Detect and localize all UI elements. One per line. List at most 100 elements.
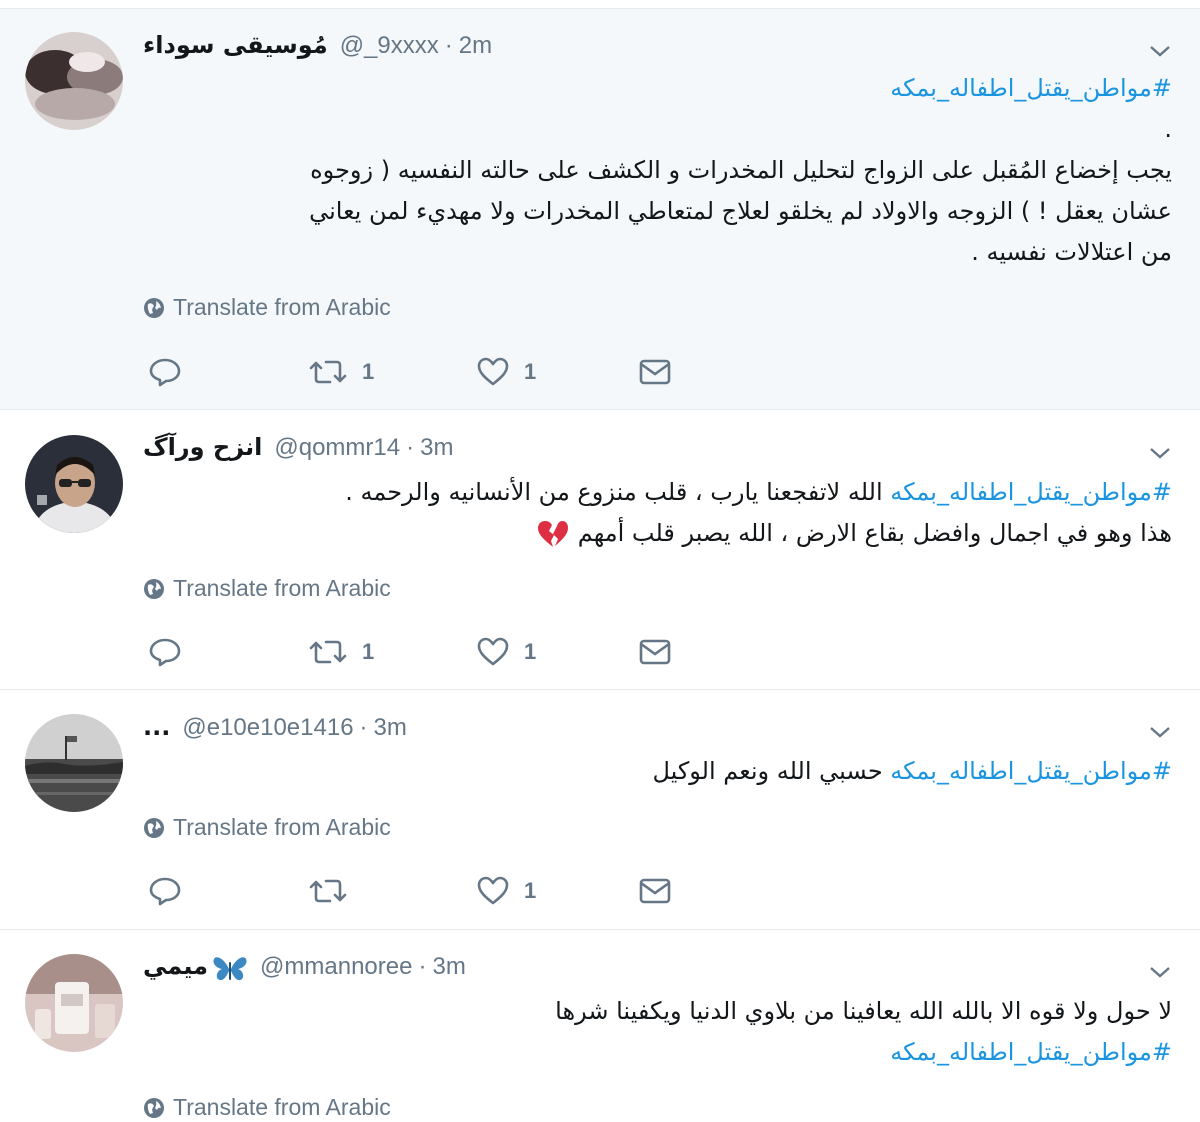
avatar-image	[25, 32, 123, 130]
tweet-text: لا حول ولا قوه الا بالله الله يعافينا من…	[142, 991, 1172, 1073]
tweet-line: عشان يعقل ! ) الزوجه والاولاد لم يخلقو ل…	[142, 191, 1172, 232]
reply-button[interactable]	[148, 355, 182, 389]
envelope-icon	[639, 359, 671, 385]
hashtag-link[interactable]: #مواطن_يقتل_اطفاله_بمكه	[890, 478, 1172, 506]
tweet-line: يجب إخضاع المُقبل على الزواج لتحليل المخ…	[142, 150, 1172, 191]
tweet[interactable]: مُوسيقى سوداء @_9xxxx · 2m #مواطن_يقتل_ا…	[0, 9, 1200, 410]
like-count: 1	[524, 359, 537, 384]
translate-link[interactable]: Translate from Arabic	[143, 294, 391, 321]
reply-button[interactable]	[148, 635, 182, 669]
timestamp[interactable]: 2m	[459, 32, 492, 60]
display-name[interactable]: مُوسيقى سوداء	[143, 31, 328, 59]
tweet-line-text: عشان يعقل ! ) الزوجه والاولاد لم يخلقو ل…	[309, 197, 1172, 225]
tweet-line-text: حسبي الله ونعم الوكيل	[652, 757, 891, 785]
avatar[interactable]	[25, 32, 123, 130]
retweet-button[interactable]	[308, 874, 362, 908]
chevron-down-icon[interactable]	[1148, 441, 1172, 465]
tweet-line-text: الله لاتفجعنا يارب ، قلب منزوع من الأنسا…	[345, 478, 891, 506]
tweet-actions: 1	[148, 874, 688, 910]
chevron-down-icon[interactable]	[1148, 39, 1172, 63]
avatar-image	[25, 435, 123, 533]
translate-label[interactable]: Translate from Arabic	[173, 814, 391, 841]
timestamp[interactable]: 3m	[432, 953, 465, 981]
translate-label[interactable]: Translate from Arabic	[173, 294, 391, 321]
tweet-line: #مواطن_يقتل_اطفاله_بمكه	[142, 1032, 1172, 1073]
timeline: مُوسيقى سوداء @_9xxxx · 2m #مواطن_يقتل_ا…	[0, 0, 1200, 1122]
username[interactable]: @_9xxxx	[340, 32, 439, 60]
translate-link[interactable]: Translate from Arabic	[143, 814, 391, 841]
like-button[interactable]: 1	[476, 874, 536, 908]
display-name[interactable]: ...	[143, 713, 170, 741]
reply-icon	[149, 638, 181, 667]
message-button[interactable]	[638, 874, 672, 908]
chevron-down-icon[interactable]	[1148, 960, 1172, 984]
hashtag-link[interactable]: #مواطن_يقتل_اطفاله_بمكه	[890, 1038, 1172, 1066]
tweet-line-text: .	[1164, 115, 1172, 143]
translate-link[interactable]: Translate from Arabic	[143, 1094, 391, 1121]
hashtag-link[interactable]: #مواطن_يقتل_اطفاله_بمكه	[890, 757, 1172, 785]
translate-link[interactable]: Translate from Arabic	[143, 575, 391, 602]
globe-icon	[144, 1097, 164, 1118]
tweet-line: .	[142, 109, 1172, 150]
tweet[interactable]: انزح ورآگ @qommr14 · 3m #مواطن_يقتل_اطفا…	[0, 410, 1200, 690]
tweet-line-text: يجب إخضاع المُقبل على الزواج لتحليل المخ…	[310, 156, 1172, 184]
timestamp[interactable]: 3m	[374, 714, 407, 742]
globe-icon	[144, 817, 164, 838]
retweet-count: 1	[362, 639, 375, 664]
message-button[interactable]	[638, 355, 672, 389]
separator-dot: ·	[418, 953, 427, 980]
retweet-icon	[309, 640, 347, 664]
username[interactable]: @qommr14	[274, 434, 400, 462]
tweet-line-text: هذا وهو في اجمال وافضل بقاع الارض ، الله…	[577, 519, 1172, 547]
avatar[interactable]	[25, 714, 123, 812]
retweet-icon	[309, 879, 347, 903]
retweet-icon	[309, 360, 347, 384]
tweet-line: هذا وهو في اجمال وافضل بقاع الارض ، الله…	[142, 513, 1172, 554]
heart-icon	[477, 637, 509, 666]
hashtag-link[interactable]: #مواطن_يقتل_اطفاله_بمكه	[890, 74, 1172, 102]
username[interactable]: @e10e10e1416	[182, 714, 353, 742]
tweet-text: #مواطن_يقتل_اطفاله_بمكه . يجب إخضاع المُ…	[142, 68, 1172, 273]
tweet-header: ... @e10e10e1416 · 3m	[143, 713, 407, 747]
tweet-header: ميمي @mmannoree · 3m	[143, 952, 466, 986]
separator-dot: ·	[359, 714, 368, 741]
reply-icon	[149, 877, 181, 906]
tweet-line: من اعتلالات نفسيه .	[142, 232, 1172, 273]
avatar-image	[25, 954, 123, 1052]
username[interactable]: @mmannoree	[260, 953, 412, 981]
broken-heart-icon	[538, 521, 569, 547]
tweet[interactable]: ميمي @mmannoree · 3m لا حول ولا قوه الا …	[0, 930, 1200, 1122]
tweet-header: مُوسيقى سوداء @_9xxxx · 2m	[143, 31, 492, 65]
timeline-top-border	[0, 0, 1200, 9]
translate-label[interactable]: Translate from Arabic	[173, 575, 391, 602]
message-button[interactable]	[638, 635, 672, 669]
retweet-button[interactable]: 1	[308, 355, 374, 389]
retweet-button[interactable]: 1	[308, 635, 374, 669]
like-button[interactable]: 1	[476, 635, 536, 669]
tweet-line: لا حول ولا قوه الا بالله الله يعافينا من…	[142, 991, 1172, 1032]
tweet-text: #مواطن_يقتل_اطفاله_بمكه حسبي الله ونعم ا…	[142, 751, 1172, 792]
separator-dot: ·	[444, 32, 453, 59]
display-name[interactable]: انزح ورآگ	[143, 433, 262, 461]
globe-icon	[144, 578, 164, 599]
tweet-text: #مواطن_يقتل_اطفاله_بمكه الله لاتفجعنا يا…	[142, 472, 1172, 554]
chevron-down-icon[interactable]	[1148, 720, 1172, 744]
reply-button[interactable]	[148, 874, 182, 908]
heart-icon	[477, 876, 509, 905]
separator-dot: ·	[406, 434, 415, 461]
translate-label[interactable]: Translate from Arabic	[173, 1094, 391, 1121]
avatar[interactable]	[25, 435, 123, 533]
tweet-line: #مواطن_يقتل_اطفاله_بمكه الله لاتفجعنا يا…	[142, 472, 1172, 513]
tweet-line-text: لا حول ولا قوه الا بالله الله يعافينا من…	[555, 997, 1172, 1025]
like-count: 1	[524, 878, 537, 903]
display-name[interactable]: ميمي	[143, 952, 208, 980]
avatar-image	[25, 714, 123, 812]
tweet[interactable]: ... @e10e10e1416 · 3m #مواطن_يقتل_اطفاله…	[0, 690, 1200, 930]
tweet-line: #مواطن_يقتل_اطفاله_بمكه حسبي الله ونعم ا…	[142, 751, 1172, 792]
avatar[interactable]	[25, 954, 123, 1052]
tweet-actions: 1 1	[148, 635, 688, 671]
tweet-line-text: من اعتلالات نفسيه .	[971, 238, 1172, 266]
timestamp[interactable]: 3m	[420, 434, 453, 462]
tweet-actions: 1 1	[148, 355, 688, 391]
like-button[interactable]: 1	[476, 355, 536, 389]
